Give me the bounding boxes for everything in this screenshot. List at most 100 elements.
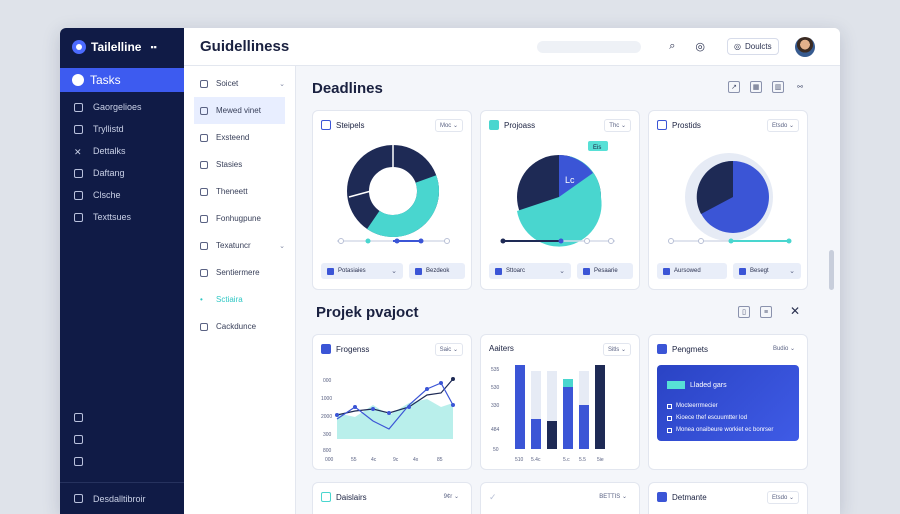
subnav-item[interactable]: Cackdunce: [184, 313, 295, 340]
sidebar-item-label: Texttsues: [93, 212, 132, 222]
panel-title: Lladed gars: [667, 381, 727, 389]
sidebar-item[interactable]: Tryllistd: [60, 118, 184, 140]
bars-card[interactable]: Aaiters Sitls ⌄ 535 530 330 484 50 510 5…: [480, 334, 640, 470]
checkbox-icon: [667, 403, 672, 409]
sidebar-bottom-item[interactable]: [60, 428, 184, 450]
doc-icon[interactable]: ▯: [738, 306, 750, 318]
avatar[interactable]: [794, 36, 815, 57]
deadline-card[interactable]: Steipels Moc ⌄ Potasiaies ⌄ Bezdeok: [312, 110, 472, 290]
collapse-icon[interactable]: ▪▪: [150, 42, 156, 52]
payments-card[interactable]: Pengmets Budio ⌄ Lladed gars Mocteerrmec…: [648, 334, 808, 470]
archive-icon: [74, 434, 83, 444]
deadline-card[interactable]: Projoass Thc ⌄ Eis Lc Sttoarc ⌄ Pesaarie: [480, 110, 640, 290]
filter-pill[interactable]: Aursowed: [657, 263, 727, 279]
y-tick: 1000: [321, 396, 332, 402]
card-dropdown[interactable]: BETTIS ⌄: [595, 491, 631, 502]
sidebar-bottom-item[interactable]: [60, 450, 184, 472]
subnav-item[interactable]: Fonhugpune: [184, 205, 295, 232]
subnav-label: Sentiermere: [216, 268, 260, 277]
y-tick: 330: [491, 403, 500, 409]
card-title: Detmante: [672, 492, 707, 502]
sidebar-item[interactable]: ✕ Dettalks: [60, 140, 184, 162]
filter-pill[interactable]: Potasiaies ⌄: [321, 263, 403, 279]
link-icon[interactable]: ⚯: [794, 81, 806, 93]
filter-pill[interactable]: Besegt ⌄: [733, 263, 801, 279]
subnav-item[interactable]: Texatuncr ⌄: [184, 232, 295, 259]
chevron-down-icon: ⌄: [279, 80, 285, 88]
tools-button[interactable]: ◎ Doulcts: [726, 38, 779, 55]
y-tick: 535: [491, 367, 500, 373]
close-icon[interactable]: ✕: [790, 304, 800, 318]
subnav-item[interactable]: Soicet ⌄: [184, 70, 295, 97]
filter-pill[interactable]: Pesaarie: [577, 263, 633, 279]
sidebar-item[interactable]: Daftang: [60, 162, 184, 184]
subnav-item-selected[interactable]: Mewed vinet: [194, 97, 285, 124]
card-dropdown[interactable]: Budio ⌄: [769, 343, 799, 354]
subnav-label: Sctiaira: [216, 295, 243, 304]
x-tick: 4c: [371, 457, 377, 463]
filter-pill[interactable]: Sttoarc ⌄: [489, 263, 571, 279]
pill-label: Bezdeok: [426, 268, 450, 274]
scrollbar[interactable]: [829, 250, 834, 290]
panel-line: Monea onaibeure workiet ec bonrser: [667, 427, 773, 433]
card-dropdown[interactable]: Etsdo ⌄: [766, 491, 799, 504]
progress-card[interactable]: Frogenss Saic ⌄ 000 1000 2000 300 800 00…: [312, 334, 472, 470]
sidebar-item[interactable]: Gaorgelioes: [60, 96, 184, 118]
secondary-nav: Soicet ⌄ Mewed vinet Exsteend Stasies The…: [184, 66, 296, 514]
filter-icon: [739, 267, 746, 275]
checkbox-icon: [667, 415, 672, 421]
chart-icon[interactable]: ▥: [772, 81, 784, 93]
subnav-label: Stasies: [216, 160, 243, 169]
settings-icon[interactable]: ◎: [695, 40, 705, 53]
y-tick: 50: [493, 447, 499, 453]
tasks-icon: [72, 74, 84, 86]
y-tick: 484: [491, 427, 500, 433]
app-brand[interactable]: Tailelline ▪▪: [60, 28, 184, 66]
export-icon[interactable]: ↗: [728, 81, 740, 93]
subnav-label: Soicet: [216, 79, 239, 88]
pill-label: Besegt: [750, 268, 769, 274]
pill-label: Potasiaies: [338, 268, 366, 274]
search-input[interactable]: [537, 40, 642, 53]
table-icon[interactable]: ▦: [750, 81, 762, 93]
sidebar-item[interactable]: Clsche: [60, 184, 184, 206]
doc-icon: [74, 124, 83, 134]
line-chart: 000 1000 2000 300 800 000 55 4c 9c 4x 85: [321, 377, 455, 463]
subnav-item[interactable]: Exsteend: [184, 124, 295, 151]
grid-icon: [74, 212, 83, 222]
bottom-card[interactable]: Daislairs 9¢r ⌄: [312, 482, 472, 514]
subnav-item[interactable]: • Sctiaira: [184, 286, 295, 313]
sidebar-item-tasks[interactable]: Tasks: [60, 68, 184, 92]
x-tick: 85: [437, 457, 443, 463]
sidebar-item-label: Dettalks: [93, 146, 126, 156]
subnav-item[interactable]: Theneett: [184, 178, 295, 205]
chevron-down-icon: ⌄: [391, 268, 397, 275]
subnav-item[interactable]: Stasies: [184, 151, 295, 178]
sidebar-bottom-item[interactable]: [60, 406, 184, 428]
y-tick: 530: [491, 385, 500, 391]
bottom-card[interactable]: ✓ BETTIS ⌄: [480, 482, 640, 514]
filter-icon: [663, 267, 670, 275]
item-icon: [200, 106, 208, 115]
building-icon: [74, 412, 83, 422]
pill-label: Pesaarie: [594, 268, 618, 274]
item-icon: [200, 187, 208, 196]
sidebar-item[interactable]: Texttsues: [60, 206, 184, 228]
deadline-card[interactable]: Prostids Etsdo ⌄ Aursowed Besegt ⌄: [648, 110, 808, 290]
panel-line: Kioece thef escuumtter lod: [667, 415, 747, 421]
item-icon: [200, 214, 208, 223]
payments-panel[interactable]: Lladed gars Mocteerrmecier Kioece thef e…: [657, 365, 799, 441]
app-logo-icon: [72, 40, 86, 54]
subnav-item[interactable]: Sentiermere: [184, 259, 295, 286]
x-tick: 5.5: [579, 457, 586, 463]
x-tick: 4x: [413, 457, 419, 463]
sidebar-user[interactable]: Desdalltibroir: [60, 482, 184, 514]
bottom-card[interactable]: Detmante Etsdo ⌄: [648, 482, 808, 514]
filter-pill[interactable]: Bezdeok: [409, 263, 465, 279]
search-icon[interactable]: ⌕: [669, 40, 675, 53]
calendar-icon: [74, 456, 83, 466]
chevron-down-icon: ⌄: [279, 242, 285, 250]
sidebar-user-label: Desdalltibroir: [93, 493, 146, 504]
list-icon[interactable]: ≡: [760, 306, 772, 318]
card-dropdown[interactable]: 9¢r ⌄: [440, 491, 463, 502]
